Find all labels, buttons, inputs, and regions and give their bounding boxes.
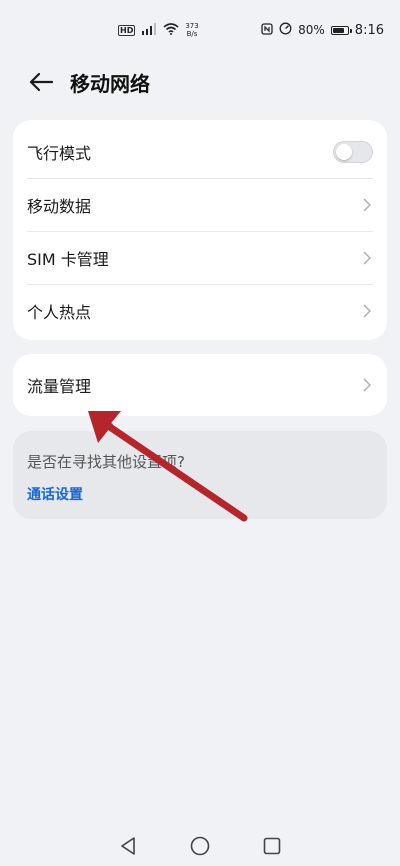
page-header: 移动网络 [0, 62, 400, 102]
battery-percent: 80% [298, 23, 325, 37]
suggestion-box: 是否在寻找其他设置项? 通话设置 [13, 431, 387, 519]
toggle-knob [336, 144, 352, 160]
mobile-data-row[interactable]: 移动数据 [13, 178, 387, 231]
status-right: 80% 8:16 [261, 22, 384, 38]
triangle-back-icon [121, 837, 135, 855]
network-speed-value: 373 [185, 22, 199, 30]
battery-level [332, 27, 344, 33]
hd-badge: HD [118, 24, 136, 36]
mobile-data-label: 移动数据 [27, 196, 92, 216]
suggestion-title: 是否在寻找其他设置项? [27, 453, 185, 471]
page-title: 移动网络 [70, 71, 150, 96]
traffic-management-label: 流量管理 [27, 377, 92, 396]
settings-card: 飞行模式 移动数据 SIM 卡管理 个人热点 [13, 120, 387, 340]
airplane-mode-toggle[interactable] [333, 141, 373, 163]
signal-icon [141, 22, 157, 38]
personal-hotspot-row[interactable]: 个人热点 [13, 284, 387, 337]
back-button[interactable] [26, 67, 56, 97]
wifi-icon [163, 22, 179, 38]
nav-back-button[interactable] [117, 835, 139, 857]
traffic-management-card: 流量管理 [13, 354, 387, 416]
nav-home-button[interactable] [189, 835, 211, 857]
chevron-right-icon [363, 303, 373, 319]
personal-hotspot-label: 个人热点 [27, 302, 92, 322]
status-bar: HD 373 B/s 80% 8:16 [0, 0, 400, 60]
network-speed: 373 B/s [185, 22, 198, 38]
airplane-mode-label: 飞行模式 [27, 144, 92, 163]
clock-time: 8:16 [354, 22, 384, 38]
sim-management-label: SIM 卡管理 [27, 249, 109, 269]
navigation-bar [0, 826, 400, 866]
chevron-right-icon [363, 197, 373, 213]
nfc-icon [261, 22, 273, 38]
airplane-mode-row[interactable]: 飞行模式 [13, 120, 387, 178]
battery-icon [330, 25, 352, 35]
call-settings-link[interactable]: 通话设置 [27, 484, 83, 504]
circle-home-icon [190, 836, 210, 856]
status-left: HD 373 B/s [118, 22, 199, 38]
nav-recent-button[interactable] [261, 835, 283, 857]
arrow-left-icon [29, 72, 54, 92]
speedometer-icon [279, 22, 292, 38]
square-recent-icon [263, 837, 281, 855]
traffic-management-row[interactable]: 流量管理 [13, 354, 387, 416]
sim-management-row[interactable]: SIM 卡管理 [13, 231, 387, 284]
chevron-right-icon [363, 377, 373, 393]
network-speed-unit: B/s [186, 30, 198, 38]
chevron-right-icon [363, 250, 373, 266]
